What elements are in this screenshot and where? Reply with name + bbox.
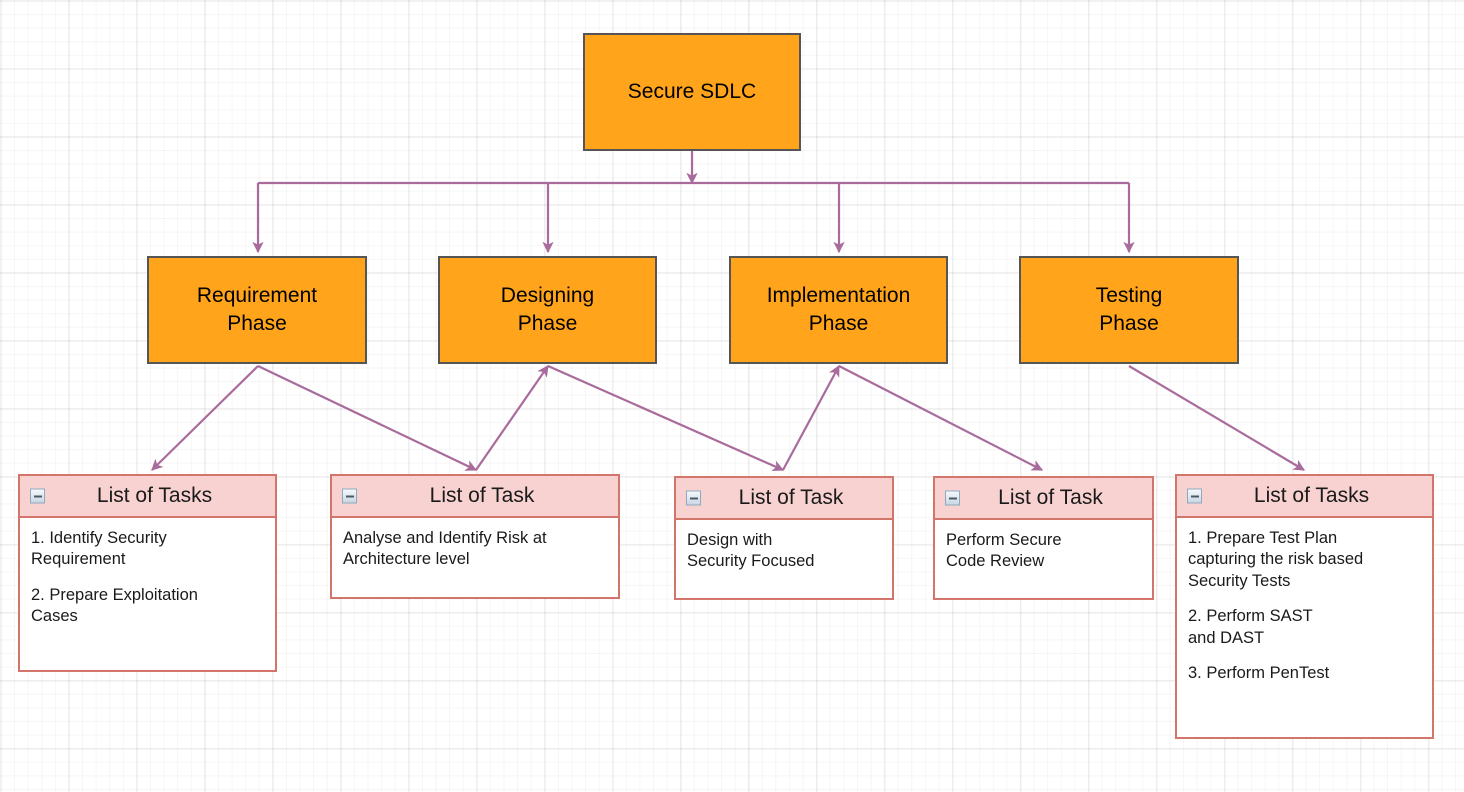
task-note-secure-code-review[interactable]: List of Task Perform Secure Code Review [933,476,1154,600]
minus-bar [689,497,698,499]
collapse-minus-icon[interactable] [30,488,45,504]
task-line: 2. Perform SAST and DAST [1188,607,1313,647]
connector-task-2-to-implementation [782,364,840,471]
task-note-header: List of Tasks [20,476,275,518]
task-note-architecture-risk[interactable]: List of Task Analyse and Identify Risk a… [330,474,620,599]
node-requirement-phase-label: Requirement Phase [196,284,318,335]
collapse-minus-icon[interactable] [945,490,960,506]
task-note-title: List of Task [998,486,1103,509]
task-line: 1. Prepare Test Plan capturing the risk … [1188,529,1364,590]
collapse-minus-icon[interactable] [686,490,701,506]
minus-bar [345,495,354,497]
node-implementation-phase[interactable]: Implementation Phase [729,256,948,364]
node-testing-phase-label: Testing Phase [1095,284,1163,335]
connector-designing-to-task-2 [547,364,785,472]
task-note-header: List of Task [935,478,1152,520]
minus-bar [1190,495,1199,497]
task-line: Perform Secure Code Review [946,531,1062,571]
task-note-title: List of Task [429,484,535,507]
node-testing-phase[interactable]: Testing Phase [1019,256,1239,364]
connector-implementation-to-task-3 [838,365,1044,471]
node-designing-phase[interactable]: Designing Phase [438,256,657,364]
task-note-title: List of Tasks [1253,484,1370,507]
task-note-requirement[interactable]: List of Tasks 1. Identify Security Requi… [18,474,277,672]
task-note-body: Perform Secure Code Review [935,520,1152,583]
task-note-body: 1. Identify Security Requirement 2. Prep… [20,518,275,638]
connector-requirement-to-task-0 [151,365,259,471]
connector-requirement-to-task-1 [257,365,478,471]
task-line: 3. Perform PenTest [1188,664,1330,683]
task-note-body: Design with Security Focused [676,520,892,583]
task-note-testing[interactable]: List of Tasks 1. Prepare Test Plan captu… [1175,474,1434,739]
task-note-body: Analyse and Identify Risk at Architectur… [332,518,618,581]
task-note-header: List of Task [676,478,892,520]
minus-bar [33,495,42,497]
connector-task-1-to-designing [475,365,549,471]
task-note-body: 1. Prepare Test Plan capturing the risk … [1177,518,1432,695]
task-line: Analyse and Identify Risk at Architectur… [343,529,547,569]
task-note-header: List of Tasks [1177,476,1432,518]
node-requirement-phase[interactable]: Requirement Phase [147,256,367,364]
task-note-design-security[interactable]: List of Task Design with Security Focuse… [674,476,894,600]
node-designing-phase-label: Designing Phase [500,284,595,335]
collapse-minus-icon[interactable] [342,488,357,504]
task-note-header: List of Task [332,476,618,518]
diagram-canvas: Secure SDLC Requirement Phase Designing … [0,0,1464,792]
task-note-title: List of Task [738,486,844,509]
connector-testing-to-task-4 [1128,365,1305,471]
minus-bar [948,497,957,499]
task-line: 1. Identify Security Requirement [31,529,167,569]
task-line: Design with Security Focused [687,531,815,571]
node-secure-sdlc-label: Secure SDLC [627,80,757,104]
node-secure-sdlc[interactable]: Secure SDLC [583,33,801,151]
task-note-title: List of Tasks [96,484,213,507]
task-line: 2. Prepare Exploitation Cases [31,585,198,626]
collapse-minus-icon[interactable] [1187,488,1202,504]
node-implementation-phase-label: Implementation Phase [766,284,911,335]
